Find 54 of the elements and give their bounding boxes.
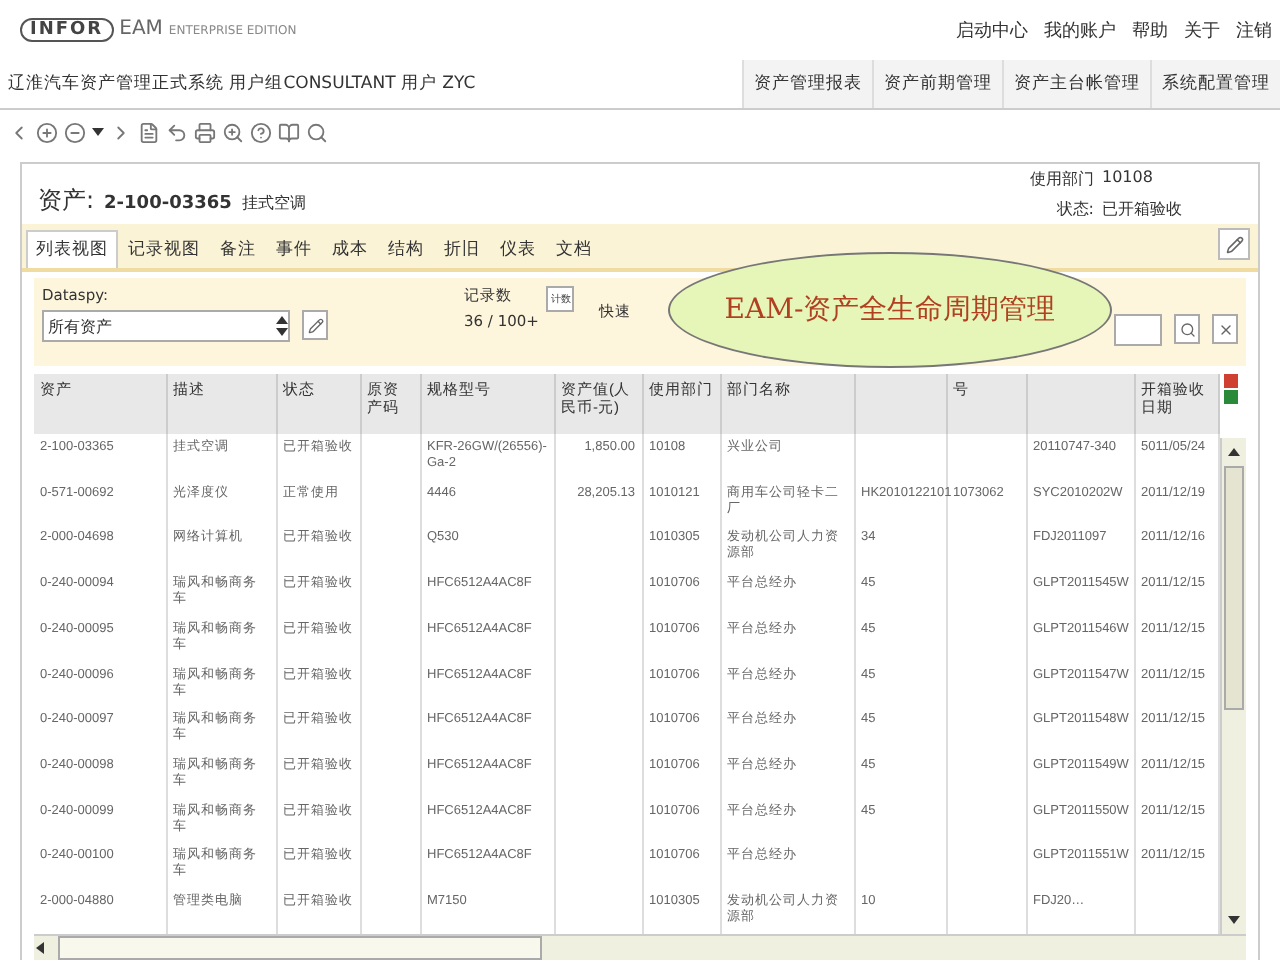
view-tab[interactable]: 折旧 [434, 230, 490, 268]
close-icon [1217, 321, 1233, 337]
record-label: 资产: [38, 184, 95, 218]
spinner-icon [276, 314, 288, 338]
down-arrow-icon [1227, 914, 1240, 926]
book-icon[interactable] [278, 121, 300, 143]
undo-icon[interactable] [166, 121, 188, 143]
search-icon[interactable] [306, 121, 328, 143]
field-label: 使用部门 [1030, 168, 1094, 190]
view-tab[interactable]: 备注 [210, 230, 266, 268]
module-tab[interactable]: 资产管理报表 [742, 60, 872, 108]
record-code: 2-100-03365 [104, 194, 232, 214]
logo: INFOR [20, 18, 114, 42]
zoom-in-icon[interactable] [36, 121, 58, 143]
edit-button[interactable] [1218, 228, 1250, 260]
clear-button[interactable] [1212, 314, 1238, 344]
dataspy-select[interactable]: 所有资产 [42, 310, 290, 342]
view-tab[interactable]: 结构 [378, 230, 434, 268]
product-name: EAM [119, 18, 163, 40]
preview-icon[interactable] [222, 121, 244, 143]
up-arrow-icon [1227, 446, 1240, 458]
view-tab[interactable]: 列表视图 [26, 230, 118, 268]
top-link[interactable]: 关于 [1184, 17, 1220, 43]
view-tab[interactable]: 事件 [266, 230, 322, 268]
view-tab[interactable]: 成本 [322, 230, 378, 268]
module-tab[interactable]: 资产主台帐管理 [1002, 60, 1150, 108]
top-link[interactable]: 注销 [1236, 17, 1272, 43]
search-icon [1179, 321, 1195, 337]
vertical-scrollbar[interactable] [1219, 438, 1246, 934]
search-field[interactable] [1114, 314, 1162, 346]
search-button[interactable] [1174, 314, 1200, 344]
top-link[interactable]: 我的账户 [1044, 17, 1116, 43]
system-info: 辽淮汽车资产管理正式系统 用户组CONSULTANT 用户 ZYC [6, 72, 476, 96]
print-icon[interactable] [194, 121, 216, 143]
pencil-icon [1225, 235, 1243, 253]
module-tab[interactable]: 资产前期管理 [872, 60, 1002, 108]
left-arrow-icon [34, 942, 46, 954]
top-link[interactable]: 启动中心 [956, 17, 1028, 43]
document-icon[interactable] [138, 121, 160, 143]
help-icon[interactable] [250, 121, 272, 143]
field-value: 已开箱验收 [1102, 198, 1184, 220]
horizontal-scrollbar[interactable] [34, 934, 1246, 960]
top-link[interactable]: 帮助 [1132, 17, 1168, 43]
edit-button[interactable] [302, 310, 328, 340]
view-tab[interactable]: 文档 [546, 230, 602, 268]
zoom-out-icon[interactable] [64, 121, 86, 143]
view-tab[interactable]: 记录视图 [118, 230, 210, 268]
pencil-icon [307, 317, 323, 333]
field-label: 状态: [1054, 198, 1094, 220]
field-value: 10108 [1102, 168, 1155, 190]
caret-icon[interactable] [92, 126, 104, 138]
record-description: 挂式空调 [241, 192, 306, 214]
module-tab[interactable]: 系统配置管理 [1150, 60, 1280, 108]
view-tab[interactable]: 仪表 [490, 230, 546, 268]
